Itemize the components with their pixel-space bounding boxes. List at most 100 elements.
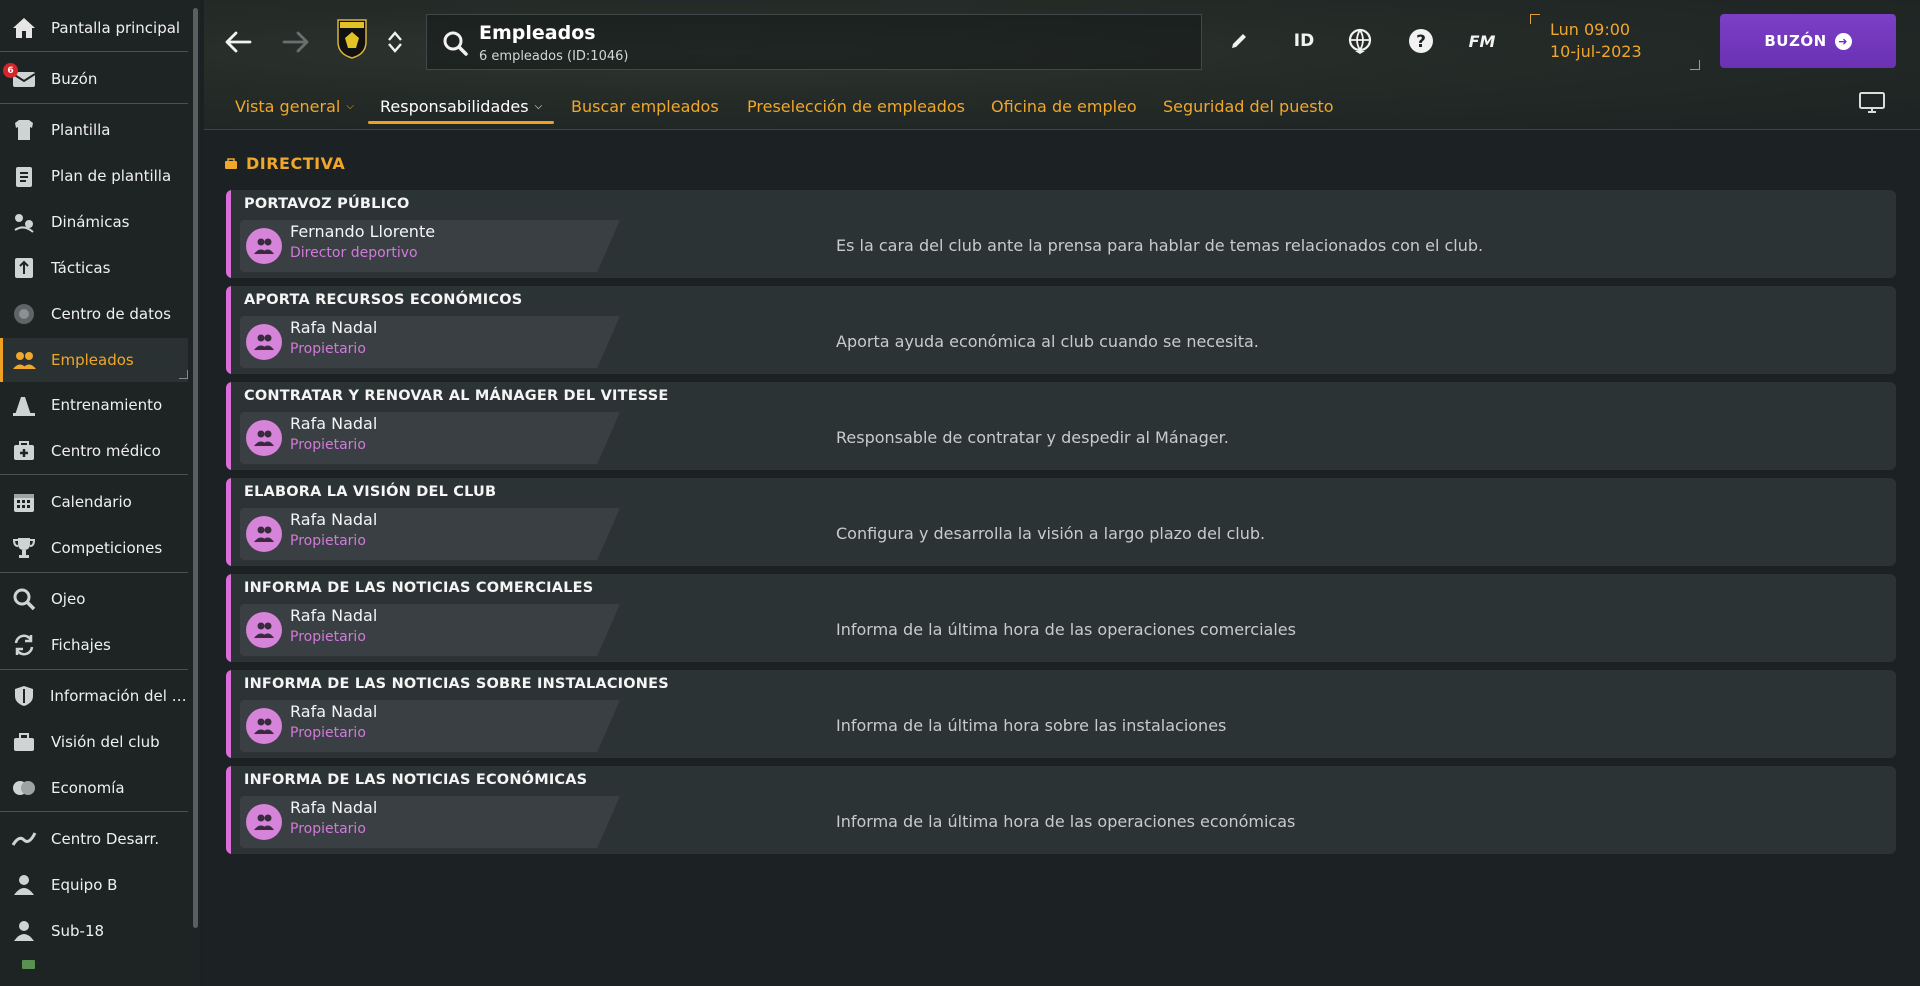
- sidebar-item-tactics[interactable]: Tácticas: [0, 246, 188, 290]
- sidebar-item-label: Tácticas: [51, 259, 111, 277]
- monitor-icon: [1859, 92, 1885, 113]
- assigned-person[interactable]: Rafa Nadal Propietario: [240, 412, 620, 464]
- display-mode-button[interactable]: [1854, 88, 1890, 118]
- sidebar-item-label: Buzón: [51, 70, 98, 88]
- sidebar-item-scouting[interactable]: Ojeo: [0, 577, 188, 621]
- sidebar-item-transfers[interactable]: Fichajes: [0, 623, 188, 667]
- help-button[interactable]: ?: [1404, 24, 1438, 58]
- id-button[interactable]: ID: [1284, 26, 1324, 56]
- tab-search-staff[interactable]: Buscar empleados: [571, 88, 719, 124]
- assigned-person[interactable]: Rafa Nadal Propietario: [240, 604, 620, 656]
- pencil-icon: [1232, 34, 1246, 48]
- tab-staff-shortlist[interactable]: Preselección de empleados: [747, 88, 965, 124]
- tactics-icon: [10, 254, 38, 282]
- club-crest-icon[interactable]: [336, 16, 368, 60]
- arrow-left-icon: [225, 31, 252, 53]
- sidebar-item-squad[interactable]: Plantilla: [0, 108, 188, 152]
- assigned-person[interactable]: Rafa Nadal Propietario: [240, 508, 620, 560]
- calendar-icon: [10, 488, 38, 516]
- responsibility-description: Informa de la última hora de las operaci…: [836, 812, 1296, 831]
- person-name: Rafa Nadal: [290, 702, 378, 721]
- forward-button[interactable]: [276, 22, 316, 62]
- training-icon: [10, 391, 38, 419]
- tab-job-centre[interactable]: Oficina de empleo: [991, 88, 1137, 124]
- svg-text:?: ?: [1416, 32, 1426, 52]
- section-title: DIRECTIVA: [224, 154, 345, 173]
- sidebar-scrollbar[interactable]: [193, 8, 198, 928]
- corner-decoration: [1530, 14, 1540, 24]
- back-button[interactable]: [218, 22, 258, 62]
- date-continue-box[interactable]: Lun 09:00 10-jul-2023: [1530, 14, 1700, 70]
- scouting-icon: [10, 585, 38, 613]
- person-avatar-icon: [246, 420, 282, 456]
- person-avatar-icon: [246, 228, 282, 264]
- sidebar-item-inbox[interactable]: 6 Buzón: [0, 57, 188, 101]
- sidebar-item-data-center[interactable]: Centro de datos: [0, 292, 188, 336]
- search-box[interactable]: Empleados 6 empleados (ID:1046): [426, 14, 1202, 70]
- tab-label: Seguridad del puesto: [1163, 96, 1334, 116]
- arrow-right-icon: [282, 31, 309, 53]
- sidebar-item-medical[interactable]: Centro médico: [0, 429, 188, 473]
- tab-overview[interactable]: Vista general ⌵: [235, 88, 354, 124]
- person-role: Propietario: [290, 533, 366, 549]
- club-switcher-button[interactable]: [384, 22, 406, 62]
- sidebar-divider: [0, 572, 188, 573]
- section-title-label: DIRECTIVA: [246, 154, 346, 173]
- person-role: Propietario: [290, 821, 366, 837]
- person-name: Rafa Nadal: [290, 510, 378, 529]
- sidebar-item-training[interactable]: Entrenamiento: [0, 383, 188, 427]
- assigned-person[interactable]: Rafa Nadal Propietario: [240, 700, 620, 752]
- tab-label: Buscar empleados: [571, 96, 719, 116]
- sidebar-item-dynamics[interactable]: Dinámicas: [0, 200, 188, 244]
- responsibility-card: INFORMA DE LAS NOTICIAS ECONÓMICAS Rafa …: [226, 766, 1896, 854]
- money-icon: [22, 960, 35, 969]
- sidebar-item-home[interactable]: Pantalla principal: [0, 6, 188, 50]
- person-avatar-icon: [246, 708, 282, 744]
- sidebar-item-label: Economía: [51, 779, 125, 797]
- inbox-continue-button[interactable]: BUZÓN ➜: [1720, 14, 1896, 68]
- chevron-up-icon: [388, 31, 402, 41]
- responsibility-description: Es la cara del club ante la prensa para …: [836, 236, 1484, 255]
- question-icon: ?: [1409, 29, 1433, 53]
- page-subtitle: 6 empleados (ID:1046): [479, 49, 629, 64]
- fm-menu-button[interactable]: FM: [1462, 26, 1502, 56]
- sidebar-item-finances[interactable]: Economía: [0, 766, 188, 810]
- sidebar-item-squad-plan[interactable]: Plan de plantilla: [0, 154, 188, 198]
- assigned-person[interactable]: Rafa Nadal Propietario: [240, 796, 620, 848]
- assigned-person[interactable]: Fernando Llorente Director deportivo: [240, 220, 620, 272]
- person-name: Rafa Nadal: [290, 414, 378, 433]
- shirt-icon: [10, 116, 38, 144]
- world-button[interactable]: [1344, 24, 1378, 58]
- sidebar-item-b-team[interactable]: Equipo B: [0, 863, 188, 907]
- club-vision-icon: [10, 728, 38, 756]
- medical-icon: [10, 437, 38, 465]
- tab-job-security[interactable]: Seguridad del puesto: [1163, 88, 1334, 124]
- sidebar-item-u18[interactable]: Sub-18: [0, 909, 188, 953]
- development-icon: [10, 825, 38, 853]
- person-avatar-icon: [246, 516, 282, 552]
- club-info-icon: [10, 682, 37, 710]
- person-name: Rafa Nadal: [290, 318, 378, 337]
- globe-icon: [1348, 28, 1372, 54]
- sidebar-divider: [0, 669, 188, 670]
- sidebar-item-club-info[interactable]: Información del club: [0, 674, 188, 718]
- assigned-person[interactable]: Rafa Nadal Propietario: [240, 316, 620, 368]
- responsibility-card: INFORMA DE LAS NOTICIAS COMERCIALES Rafa…: [226, 574, 1896, 662]
- person-role: Propietario: [290, 725, 366, 741]
- responsibility-card: ELABORA LA VISIÓN DEL CLUB Rafa Nadal Pr…: [226, 478, 1896, 566]
- person-name: Rafa Nadal: [290, 606, 378, 625]
- tab-label: Responsabilidades: [380, 96, 529, 116]
- sidebar-item-development[interactable]: Centro Desarr.: [0, 817, 188, 861]
- tab-responsibilities[interactable]: Responsabilidades ⌵: [367, 88, 555, 124]
- edit-button[interactable]: [1224, 26, 1254, 56]
- sidebar-item-label: Equipo B: [51, 876, 118, 894]
- person-role: Propietario: [290, 629, 366, 645]
- sidebar-item-calendar[interactable]: Calendario: [0, 480, 188, 524]
- dynamics-icon: [10, 208, 38, 236]
- sidebar-item-club-vision[interactable]: Visión del club: [0, 720, 188, 764]
- b-team-icon: [10, 871, 38, 899]
- sidebar-item-staff[interactable]: Empleados: [0, 338, 188, 382]
- person-role: Propietario: [290, 341, 366, 357]
- sidebar-item-competitions[interactable]: Competiciones: [0, 526, 188, 570]
- sidebar-item-label: Calendario: [51, 493, 132, 511]
